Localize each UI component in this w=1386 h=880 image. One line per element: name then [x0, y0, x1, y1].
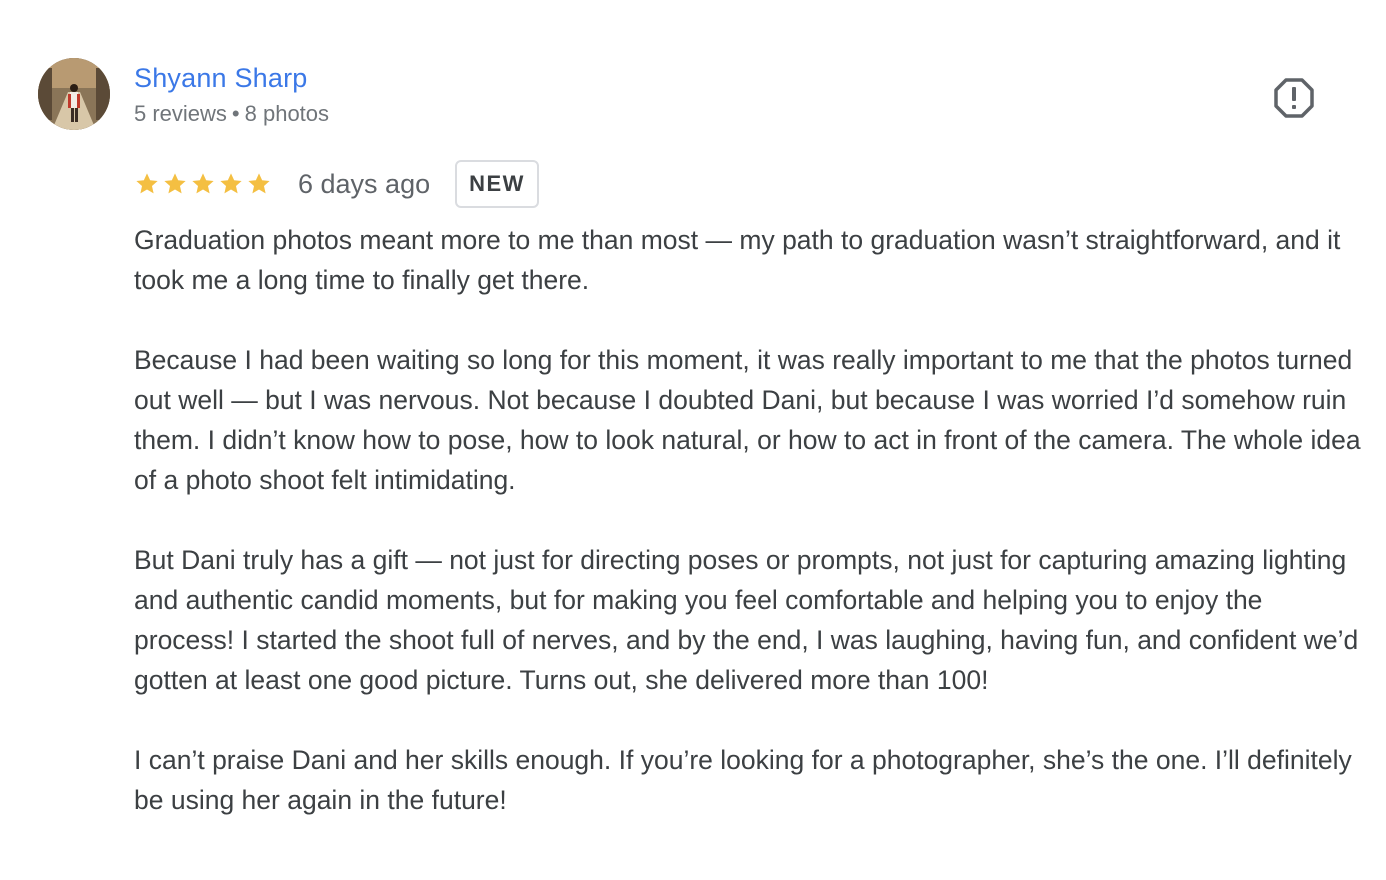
- reviewer-name-link[interactable]: Shyann Sharp: [134, 60, 308, 96]
- avatar-photo: [38, 58, 110, 130]
- star-icon: [248, 173, 270, 194]
- review-paragraph: But Dani truly has a gift — not just for…: [134, 545, 1359, 695]
- review-date: 6 days ago: [298, 168, 431, 199]
- star-rating: [134, 171, 272, 197]
- star-icon: [164, 173, 186, 194]
- reviewer-stats: 5 reviews • 8 photos: [134, 100, 329, 128]
- reviewer-photo-count: 8 photos: [244, 101, 330, 126]
- rating-row: 6 days ago NEW: [134, 160, 539, 208]
- new-badge: NEW: [455, 160, 539, 208]
- star-icon: [136, 173, 158, 194]
- star-icon: [220, 173, 242, 194]
- review-paragraph: Because I had been waiting so long for t…: [134, 345, 1361, 495]
- report-flag-icon: [1274, 78, 1314, 118]
- review-paragraph: I can’t praise Dani and her skills enoug…: [134, 745, 1352, 815]
- star-icon: [192, 173, 214, 194]
- report-review-button[interactable]: [1272, 76, 1316, 120]
- reviewer-review-count: 5 reviews: [134, 101, 227, 126]
- reviewer-avatar[interactable]: [38, 58, 110, 130]
- review-paragraph: Graduation photos meant more to me than …: [134, 225, 1341, 295]
- meta-separator: •: [231, 101, 240, 126]
- review-body: Graduation photos meant more to me than …: [134, 220, 1364, 820]
